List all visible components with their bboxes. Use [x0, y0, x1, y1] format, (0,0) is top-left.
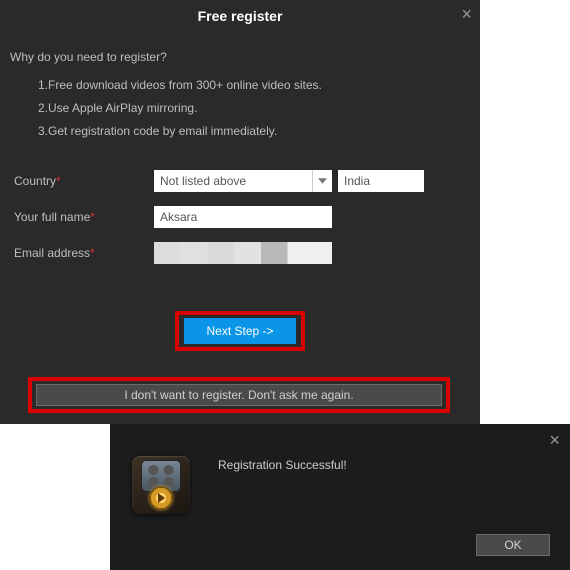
dont-register-button[interactable]: I don't want to register. Don't ask me a… — [36, 384, 442, 406]
register-heading: Why do you need to register? — [10, 50, 464, 64]
name-row: Your full name* — [10, 206, 464, 228]
close-icon[interactable]: × — [461, 4, 472, 25]
country-select[interactable] — [154, 170, 332, 192]
next-step-button[interactable]: Next Step -> — [184, 318, 296, 344]
highlight-primary: Next Step -> — [175, 311, 305, 351]
email-input-redacted[interactable] — [154, 242, 332, 264]
success-message: Registration Successful! — [218, 458, 347, 472]
highlight-secondary: I don't want to register. Don't ask me a… — [28, 377, 450, 413]
play-icon — [149, 486, 173, 510]
register-reason-2: 2.Use Apple AirPlay mirroring. — [38, 97, 464, 120]
chevron-down-icon[interactable] — [312, 170, 332, 192]
register-reason-1: 1.Free download videos from 300+ online … — [38, 74, 464, 97]
country-secondary-input[interactable] — [338, 170, 424, 192]
register-dialog-body: Why do you need to register? 1.Free down… — [0, 24, 480, 264]
success-dialog: × Registration Successful! OK — [110, 424, 570, 570]
register-reasons: 1.Free download videos from 300+ online … — [38, 74, 464, 142]
email-label: Email address* — [14, 246, 154, 260]
success-dialog-body: Registration Successful! — [110, 424, 570, 514]
register-dialog: Free register × Why do you need to regis… — [0, 0, 480, 424]
register-form: Country* Your full name* Email a — [10, 170, 464, 264]
app-icon — [132, 456, 190, 514]
name-input[interactable] — [154, 206, 332, 228]
country-select-input[interactable] — [154, 170, 332, 192]
email-row: Email address* — [10, 242, 464, 264]
country-row: Country* — [10, 170, 464, 192]
register-dialog-title: Free register — [0, 0, 480, 24]
register-reason-3: 3.Get registration code by email immedia… — [38, 120, 464, 143]
country-label: Country* — [14, 174, 154, 188]
close-icon[interactable]: × — [549, 430, 560, 451]
ok-button[interactable]: OK — [476, 534, 550, 556]
name-label: Your full name* — [14, 210, 154, 224]
